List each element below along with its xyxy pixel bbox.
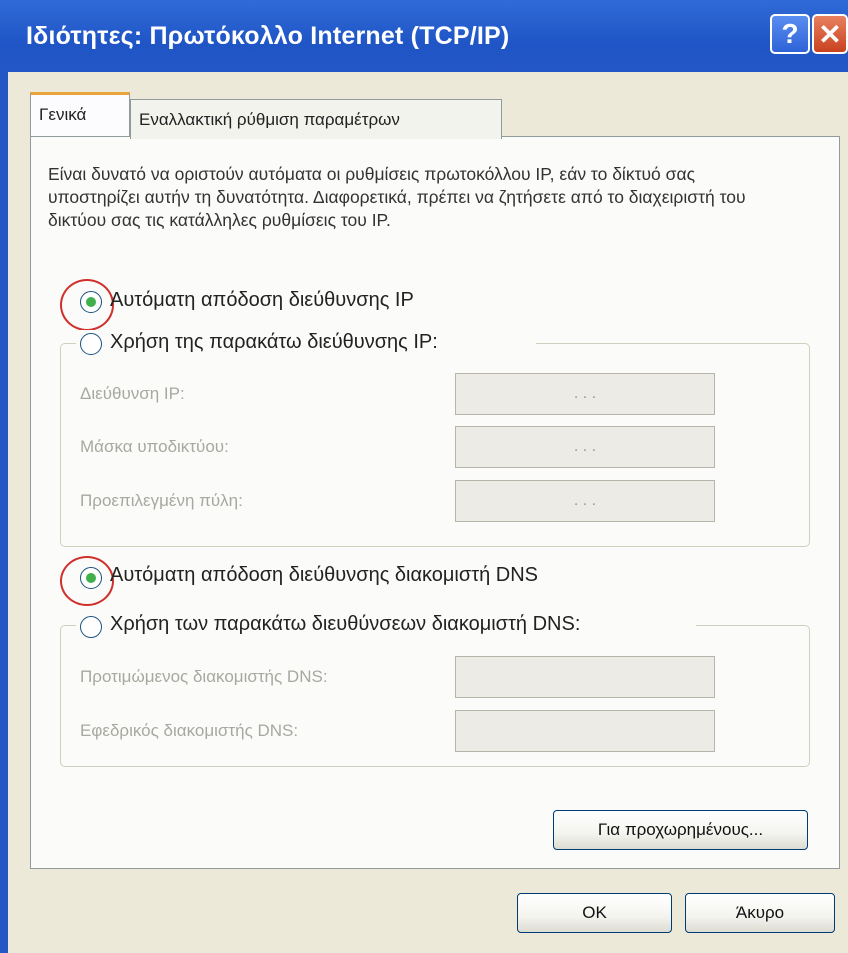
manual-dns-radio[interactable] [80,616,102,638]
description-text: Είναι δυνατό να οριστούν αυτόματα οι ρυθ… [48,164,746,230]
manual-ip-radio[interactable] [80,333,102,355]
title-bar[interactable]: Ιδιότητες: Πρωτόκολλο Internet (TCP/IP) … [0,0,848,72]
subnet-mask-value: . . . [573,438,597,455]
tab-general[interactable]: Γενικά [30,92,130,136]
ip-address-value: . . . [573,385,597,402]
alternate-dns-label: Εφεδρικός διακομιστής DNS: [80,721,299,740]
window-frame [0,72,8,953]
ok-button[interactable]: OK [517,893,672,933]
subnet-mask-field[interactable]: . . . [455,426,715,468]
manual-dns-label[interactable]: Χρήση των παρακάτω διευθύνσεων διακομιστ… [110,613,580,636]
advanced-button[interactable]: Για προχωρημένους... [553,810,808,850]
tab-alternate-configuration[interactable]: Εναλλακτική ρύθμιση παραμέτρων [130,99,502,139]
ip-address-field[interactable]: . . . [455,373,715,415]
highlight-ring-ip [60,279,114,331]
subnet-mask-label: Μάσκα υποδικτύου: [80,437,229,456]
window-title: Ιδιότητες: Πρωτόκολλο Internet (TCP/IP) [26,22,510,50]
alternate-dns-field[interactable] [455,710,715,752]
default-gateway-value: . . . [573,492,597,509]
preferred-dns-label: Προτιμώμενος διακομιστής DNS: [80,667,328,686]
ip-address-label: Διεύθυνση IP: [80,384,185,403]
cancel-button[interactable]: Άκυρο [685,893,835,933]
close-button[interactable]: ✕ [812,14,848,54]
highlight-ring-dns [60,556,114,606]
manual-ip-label[interactable]: Χρήση της παρακάτω διεύθυνσης IP: [110,331,438,354]
help-icon: ? [781,18,799,49]
tcpip-properties-dialog: Ιδιότητες: Πρωτόκολλο Internet (TCP/IP) … [0,0,848,953]
preferred-dns-field[interactable] [455,656,715,698]
default-gateway-field[interactable]: . . . [455,480,715,522]
close-icon: ✕ [818,18,842,50]
default-gateway-label: Προεπιλεγμένη πύλη: [80,491,243,510]
auto-dns-label[interactable]: Αυτόματη απόδοση διεύθυνσης διακομιστή D… [110,564,538,587]
auto-ip-label[interactable]: Αυτόματη απόδοση διεύθυνσης IP [110,289,414,312]
help-button[interactable]: ? [770,14,810,54]
